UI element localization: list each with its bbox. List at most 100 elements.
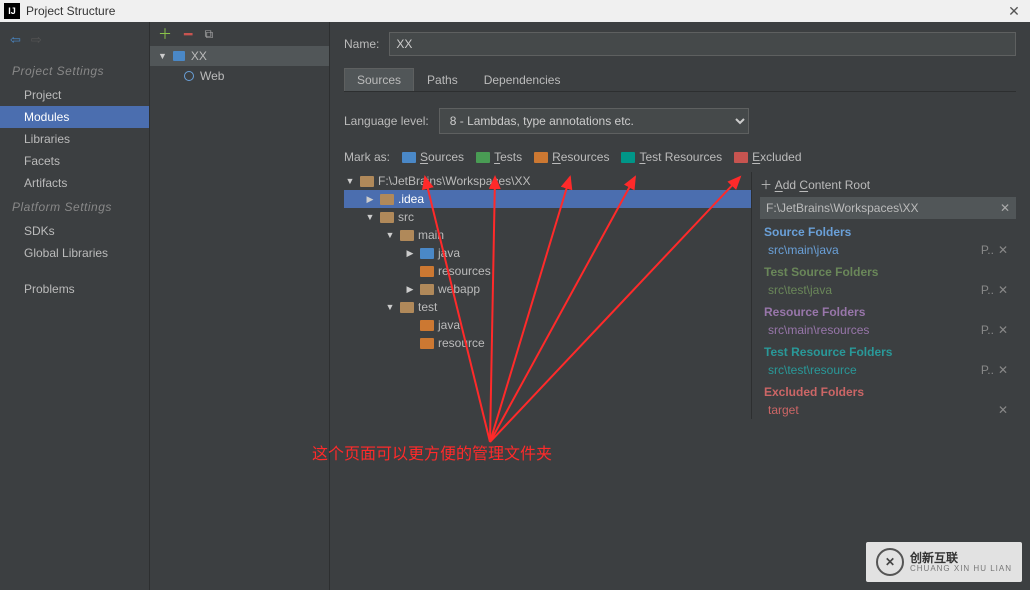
folder-root-label: F:\JetBrains\Workspaces\XX (378, 174, 531, 188)
module-child-label: Web (200, 69, 224, 83)
folder-row[interactable]: ▼test (344, 298, 751, 316)
nav-forward-icon[interactable]: ⇨ (31, 32, 42, 48)
root-entry[interactable]: src\test\resourceP..✕ (760, 361, 1016, 379)
module-root[interactable]: ▼ XX (150, 46, 329, 66)
mark-test-resources[interactable]: Test Resources (621, 150, 722, 164)
folder-label: src (398, 210, 414, 224)
edit-props-button[interactable]: P.. (981, 323, 994, 337)
root-entry[interactable]: target✕ (760, 401, 1016, 419)
folder-icon (360, 176, 374, 187)
folder-row[interactable]: java (344, 316, 751, 334)
folder-label: java (438, 318, 460, 332)
folder-icon (380, 212, 394, 223)
nav-facets[interactable]: Facets (0, 150, 149, 172)
watermark-logo: ✕ (876, 548, 904, 576)
folder-icon (420, 284, 434, 295)
modules-panel: ＋ ━ ⧉ ▼ XX Web (150, 22, 330, 590)
folder-icon (420, 266, 434, 277)
content-roots-panel: ＋ Add Content Root F:\JetBrains\Workspac… (751, 172, 1016, 419)
content-root-path: F:\JetBrains\Workspaces\XX ✕ (760, 197, 1016, 219)
tab-paths[interactable]: Paths (414, 68, 471, 91)
nav-modules[interactable]: Modules (0, 106, 149, 128)
remove-entry-button[interactable]: ✕ (998, 283, 1008, 297)
module-name-input[interactable] (389, 32, 1016, 56)
folder-label: .idea (398, 192, 424, 206)
name-label: Name: (344, 37, 379, 51)
nav-global-libraries[interactable]: Global Libraries (0, 242, 149, 264)
edit-props-button[interactable]: P.. (981, 363, 994, 377)
mark-resources[interactable]: Resources (534, 150, 609, 164)
remove-entry-button[interactable]: ✕ (998, 323, 1008, 337)
mark-sources[interactable]: Sources (402, 150, 464, 164)
folder-icon (400, 302, 414, 313)
module-editor: Name: SourcesPathsDependencies Language … (330, 22, 1030, 590)
nav-sdks[interactable]: SDKs (0, 220, 149, 242)
nav-libraries[interactable]: Libraries (0, 128, 149, 150)
module-tabs: SourcesPathsDependencies (344, 68, 1016, 92)
folder-row[interactable]: ▶webapp (344, 280, 751, 298)
remove-entry-button[interactable]: ✕ (998, 363, 1008, 377)
folder-row[interactable]: resources (344, 262, 751, 280)
folder-icon (621, 152, 635, 163)
mark-as-row: Mark as: Sources Tests Resources Test Resou… (344, 150, 1016, 164)
remove-entry-button[interactable]: ✕ (998, 243, 1008, 257)
mark-as-label: Mark as: (344, 150, 390, 164)
heading-platform-settings: Platform Settings (0, 194, 149, 220)
nav-problems[interactable]: Problems (0, 278, 149, 300)
root-entry[interactable]: src\test\javaP..✕ (760, 281, 1016, 299)
nav-project[interactable]: Project (0, 84, 149, 106)
folder-icon (380, 194, 394, 205)
nav-back-icon[interactable]: ⇦ (10, 32, 21, 48)
root-entry[interactable]: src\main\javaP..✕ (760, 241, 1016, 259)
app-icon: IJ (4, 3, 20, 19)
folder-icon (420, 320, 434, 331)
chevron-icon: ▼ (384, 230, 396, 240)
folder-row[interactable]: resource (344, 334, 751, 352)
lang-level-select[interactable]: 8 - Lambdas, type annotations etc. (439, 108, 749, 134)
folder-tree: ▼ F:\JetBrains\Workspaces\XX ▶.idea▼src▼… (344, 172, 751, 419)
edit-props-button[interactable]: P.. (981, 243, 994, 257)
folder-row[interactable]: ▼main (344, 226, 751, 244)
remove-entry-button[interactable]: ✕ (998, 403, 1008, 417)
close-button[interactable]: ✕ (1002, 3, 1026, 20)
roots-heading: Test Source Folders (760, 259, 1016, 281)
roots-heading: Resource Folders (760, 299, 1016, 321)
folder-root[interactable]: ▼ F:\JetBrains\Workspaces\XX (344, 172, 751, 190)
chevron-down-icon: ▼ (344, 176, 356, 186)
folder-row[interactable]: ▼ src (344, 208, 751, 226)
roots-heading: Test Resource Folders (760, 339, 1016, 361)
copy-module-button[interactable]: ⧉ (204, 27, 213, 42)
chevron-icon: ▶ (404, 284, 416, 295)
root-entry[interactable]: src\main\resourcesP..✕ (760, 321, 1016, 339)
lang-level-label: Language level: (344, 114, 429, 128)
roots-heading: Source Folders (760, 219, 1016, 241)
folder-label: resource (438, 336, 485, 350)
folder-icon (400, 230, 414, 241)
tab-sources[interactable]: Sources (344, 68, 414, 91)
remove-module-button[interactable]: ━ (184, 26, 192, 43)
web-icon (184, 71, 194, 81)
module-child-web[interactable]: Web (150, 66, 329, 86)
folder-row[interactable]: ▶.idea (344, 190, 751, 208)
folder-icon (534, 152, 548, 163)
settings-nav: ⇦ ⇨ Project Settings ProjectModulesLibra… (0, 22, 150, 590)
folder-icon (734, 152, 748, 163)
tab-dependencies[interactable]: Dependencies (471, 68, 574, 91)
folder-icon (476, 152, 490, 163)
roots-heading: Excluded Folders (760, 379, 1016, 401)
chevron-icon: ▼ (364, 212, 376, 222)
folder-label: resources (438, 264, 491, 278)
module-icon (173, 51, 185, 61)
chevron-icon: ▶ (404, 248, 416, 259)
edit-props-button[interactable]: P.. (981, 283, 994, 297)
add-content-root-button[interactable]: ＋ Add Content Root (760, 172, 1016, 197)
remove-root-button[interactable]: ✕ (1000, 201, 1010, 215)
add-module-button[interactable]: ＋ (158, 24, 172, 44)
watermark: ✕ 创新互联CHUANG XIN HU LIAN (866, 542, 1022, 582)
mark-tests[interactable]: Tests (476, 150, 522, 164)
folder-row[interactable]: ▶ java (344, 244, 751, 262)
folder-label: java (438, 246, 460, 260)
folder-icon (420, 338, 434, 349)
mark-excluded[interactable]: Excluded (734, 150, 801, 164)
nav-artifacts[interactable]: Artifacts (0, 172, 149, 194)
